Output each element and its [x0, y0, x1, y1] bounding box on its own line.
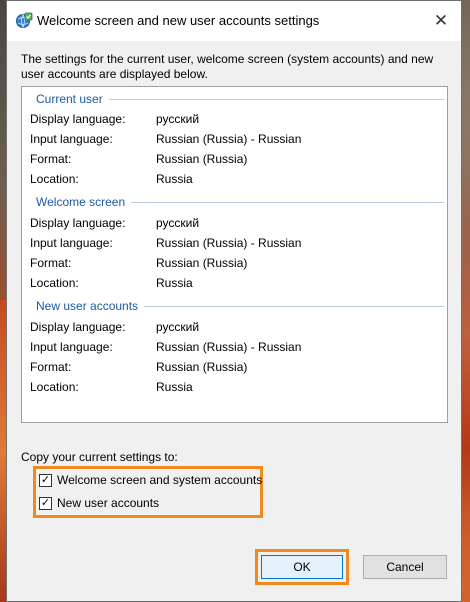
setting-label: Location: — [30, 276, 79, 290]
cancel-button[interactable]: Cancel — [363, 555, 447, 579]
checkbox-label: Welcome screen and system accounts — [57, 473, 263, 487]
dialog-title: Welcome screen and new user accounts set… — [37, 13, 320, 28]
setting-label: Input language: — [30, 236, 113, 250]
setting-row: Input language: Russian (Russia) - Russi… — [30, 132, 440, 150]
setting-value: русский — [156, 320, 200, 334]
setting-row: Format: Russian (Russia) — [30, 256, 440, 274]
section-divider — [131, 202, 444, 203]
setting-value: Russia — [156, 380, 193, 394]
setting-row: Location: Russia — [30, 380, 440, 398]
checkbox-label: New user accounts — [57, 496, 160, 510]
setting-row: Display language: русский — [30, 216, 440, 234]
setting-value: Russia — [156, 276, 193, 290]
setting-label: Display language: — [30, 216, 126, 230]
settings-dialog: Welcome screen and new user accounts set… — [6, 0, 462, 602]
setting-row: Location: Russia — [30, 172, 440, 190]
setting-row: Format: Russian (Russia) — [30, 360, 440, 378]
setting-label: Location: — [30, 172, 79, 186]
setting-row: Display language: русский — [30, 320, 440, 338]
setting-value: Russian (Russia) - Russian — [156, 132, 302, 146]
setting-value: Russia — [156, 172, 193, 186]
setting-value: русский — [156, 216, 200, 230]
setting-label: Input language: — [30, 340, 113, 354]
new-user-accounts-checkbox-row[interactable]: ✓ New user accounts — [39, 494, 159, 512]
setting-label: Location: — [30, 380, 79, 394]
title-bar[interactable]: Welcome screen and new user accounts set… — [7, 1, 461, 41]
new-user-accounts-checkbox[interactable]: ✓ — [39, 496, 52, 510]
setting-value: Russian (Russia) - Russian — [156, 236, 302, 250]
setting-label: Format: — [30, 152, 72, 166]
setting-row: Format: Russian (Russia) — [30, 152, 440, 170]
section-title: New user accounts — [36, 299, 139, 313]
setting-row: Input language: Russian (Russia) - Russi… — [30, 340, 440, 358]
setting-row: Input language: Russian (Russia) - Russi… — [30, 236, 440, 254]
setting-value: русский — [156, 112, 200, 126]
close-icon[interactable]: ✕ — [427, 7, 455, 35]
setting-value: Russian (Russia) — [156, 360, 248, 374]
section-title: Welcome screen — [36, 195, 126, 209]
setting-row: Display language: русский — [30, 112, 440, 130]
section-divider — [144, 306, 444, 307]
section-current-user: Current user — [36, 92, 444, 106]
intro-text: The settings for the current user, welco… — [21, 52, 434, 81]
setting-label: Display language: — [30, 320, 126, 334]
section-divider — [108, 99, 444, 100]
setting-row: Location: Russia — [30, 276, 440, 294]
setting-value: Russian (Russia) — [156, 152, 248, 166]
setting-label: Display language: — [30, 112, 126, 126]
setting-value: Russian (Russia) — [156, 256, 248, 270]
ok-button[interactable]: OK — [261, 555, 343, 579]
welcome-screen-checkbox[interactable]: ✓ — [39, 473, 52, 487]
globe-settings-icon — [15, 12, 33, 30]
section-new-user-accounts: New user accounts — [36, 299, 444, 313]
setting-label: Format: — [30, 360, 72, 374]
section-title: Current user — [36, 92, 103, 106]
setting-label: Format: — [30, 256, 72, 270]
setting-label: Input language: — [30, 132, 113, 146]
section-welcome-screen: Welcome screen — [36, 195, 444, 209]
setting-value: Russian (Russia) - Russian — [156, 340, 302, 354]
copy-settings-label: Copy your current settings to: — [21, 450, 178, 464]
welcome-screen-checkbox-row[interactable]: ✓ Welcome screen and system accounts — [39, 471, 262, 489]
settings-panel: Current user Display language: русский I… — [21, 86, 448, 423]
